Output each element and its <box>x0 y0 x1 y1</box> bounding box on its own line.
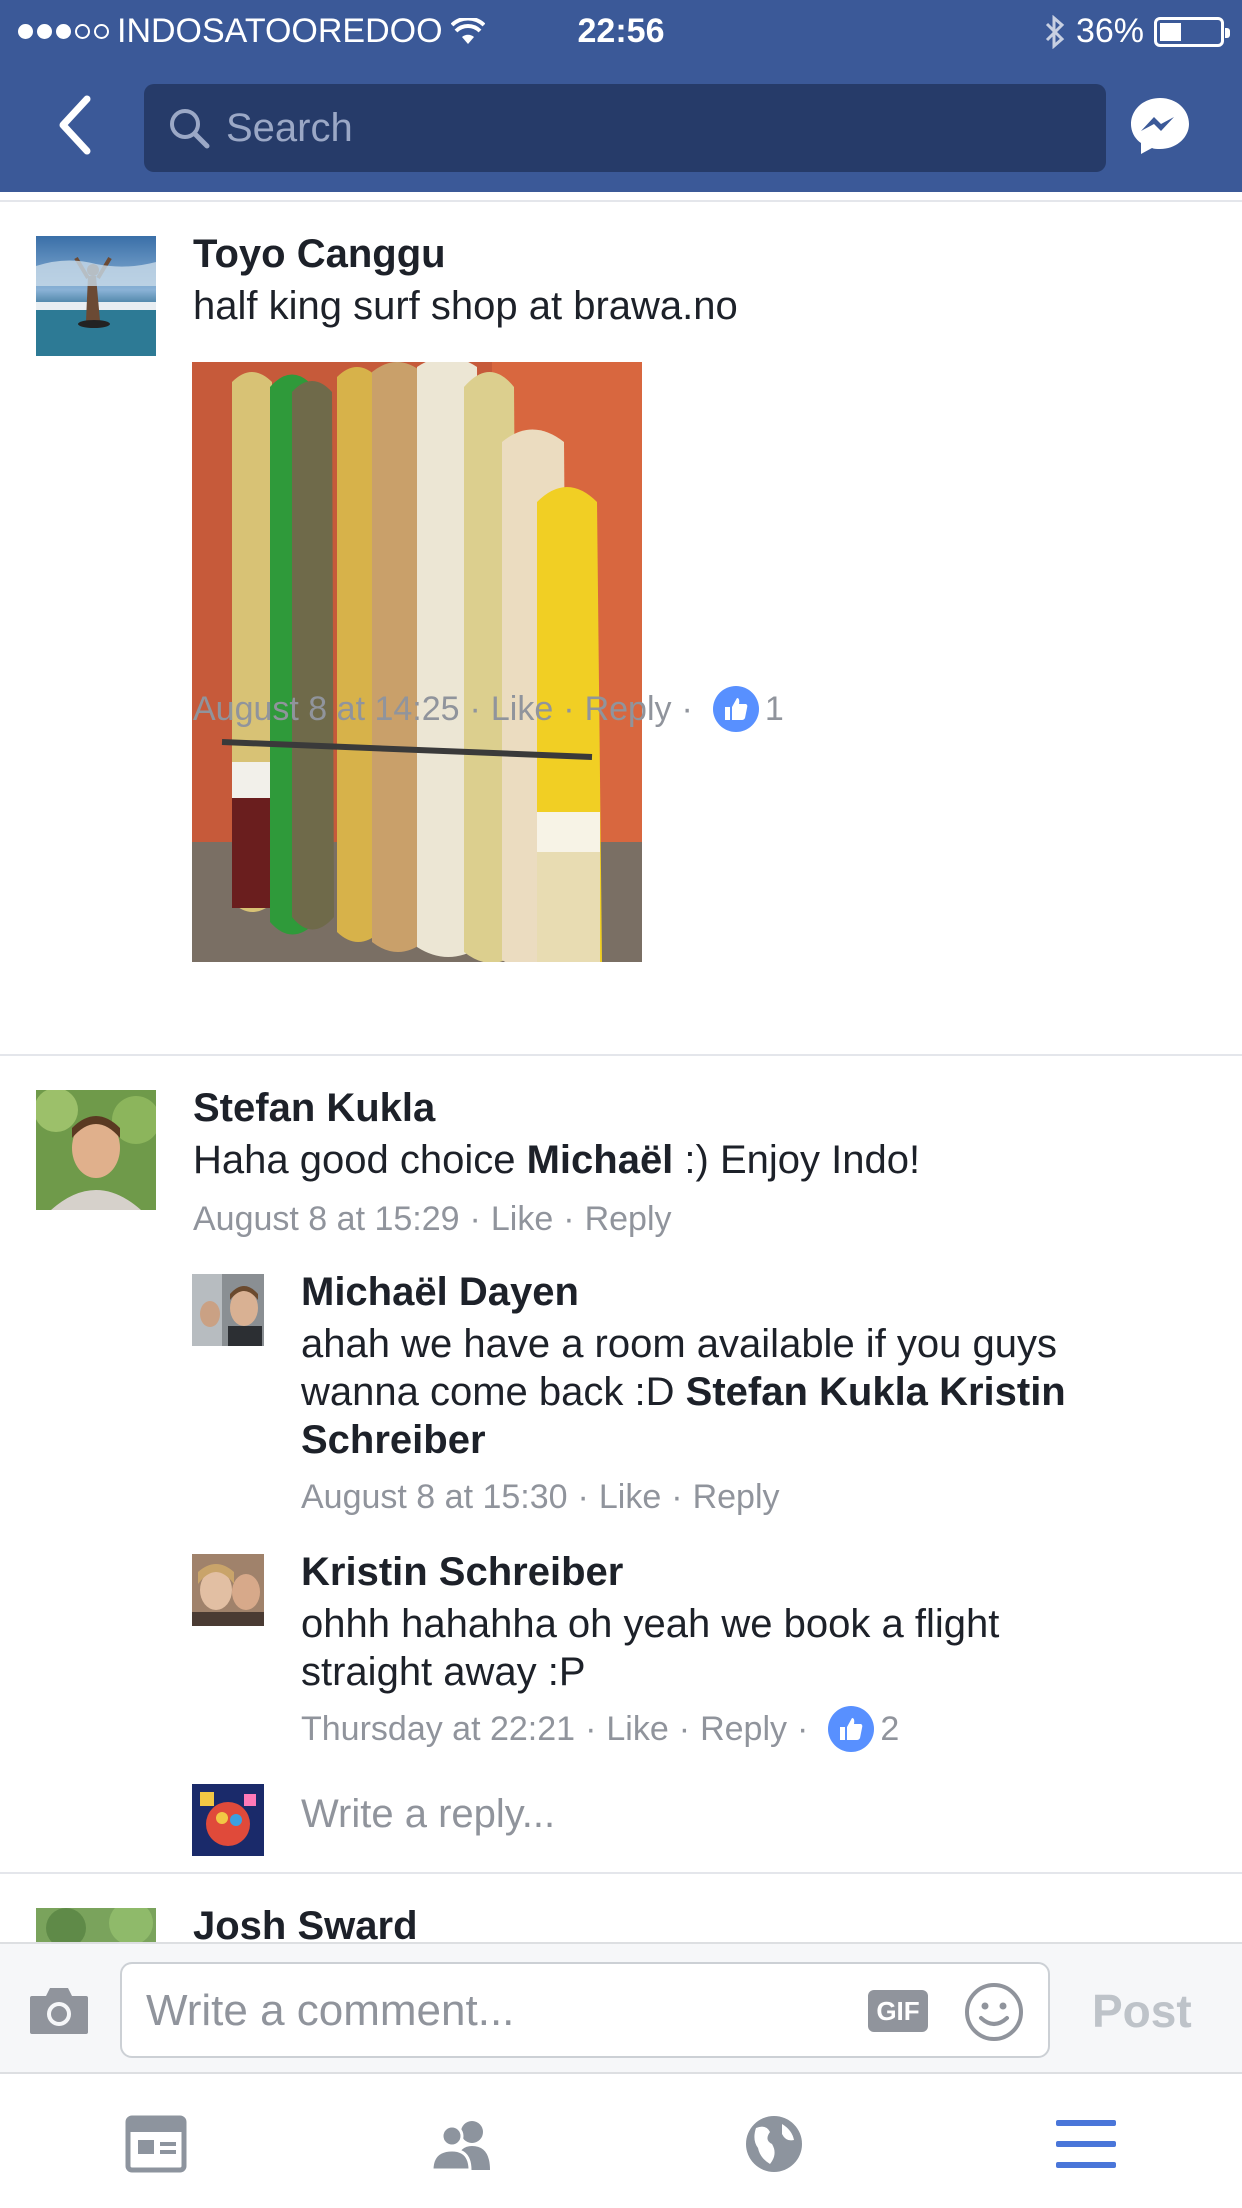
comment-text-part: Haha good choice <box>193 1138 527 1182</box>
comment-timestamp: August 8 at 15:29 <box>193 1200 460 1238</box>
reply-meta: Thursday at 22:21 · Like · Reply · 2 <box>301 1706 899 1752</box>
reply-text: ahah we have a room available if you guy… <box>301 1320 1181 1464</box>
current-user-avatar <box>192 1784 264 1856</box>
reply-link[interactable]: Reply <box>585 690 672 729</box>
messenger-icon[interactable] <box>1128 94 1192 158</box>
comment-text: half king surf shop at brawa.no <box>193 284 738 328</box>
comment-text: Haha good choice Michaël :) Enjoy Indo! <box>193 1136 920 1184</box>
divider <box>0 1872 1242 1874</box>
comments-list[interactable]: Toyo Canggu half king surf shop at brawa… <box>0 192 1242 1942</box>
thumbs-up-icon[interactable] <box>712 686 759 732</box>
search-icon <box>170 109 210 149</box>
reply-text-part: wanna come back :D <box>301 1370 686 1414</box>
mention-link[interactable]: Stefan Kukla <box>686 1370 928 1414</box>
comment-text-part: :) Enjoy Indo! <box>673 1138 921 1182</box>
reply-text-line: ohhh hahahha oh yeah we book a flight <box>301 1602 1000 1646</box>
mention-link[interactable]: Schreiber <box>301 1418 486 1462</box>
comment-photo[interactable] <box>192 362 642 962</box>
reply-author[interactable]: Michaël Dayen <box>301 1270 579 1315</box>
tab-bar <box>0 2074 1242 2208</box>
avatar[interactable] <box>36 1908 156 1942</box>
comment-timestamp: August 8 at 14:25 <box>193 689 460 728</box>
reply-timestamp: Thursday at 22:21 <box>301 1709 576 1748</box>
status-right: 36% <box>1044 12 1230 51</box>
battery-icon <box>1154 16 1230 47</box>
menu-icon[interactable] <box>1054 2114 1118 2174</box>
status-bar: INDOSATOOREDOO 22:56 36% <box>0 0 1242 64</box>
search-input[interactable]: Search <box>144 84 1106 172</box>
comment-composer: Write a comment... GIF Post <box>0 1942 1242 2074</box>
reply-text-line: straight away :P <box>301 1650 586 1694</box>
emoji-icon[interactable] <box>964 1982 1024 2042</box>
avatar[interactable] <box>36 236 156 356</box>
battery-percent: 36% <box>1075 12 1144 50</box>
like-link[interactable]: Like <box>606 1710 668 1749</box>
reaction-count[interactable]: 2 <box>880 1710 899 1749</box>
thumbs-up-icon[interactable] <box>828 1706 875 1752</box>
gif-button[interactable]: GIF <box>868 1990 928 2032</box>
reaction-count[interactable]: 1 <box>765 690 784 729</box>
reply-meta: August 8 at 15:30 · Like · Reply <box>301 1478 780 1517</box>
mention-link[interactable]: Kristin <box>939 1370 1066 1414</box>
friends-icon[interactable] <box>430 2114 494 2174</box>
avatar-selfie-image <box>192 1274 264 1346</box>
like-link[interactable]: Like <box>491 1200 553 1239</box>
news-feed-icon[interactable] <box>124 2114 188 2174</box>
avatar[interactable] <box>192 1554 264 1626</box>
comment-author[interactable]: Toyo Canggu <box>193 232 446 277</box>
write-reply-input[interactable]: Write a reply... <box>301 1792 555 1837</box>
like-link[interactable]: Like <box>599 1478 661 1517</box>
avatar[interactable] <box>36 1090 156 1210</box>
reply-link[interactable]: Reply <box>700 1710 787 1749</box>
like-link[interactable]: Like <box>491 690 553 729</box>
nav-row: Search <box>0 64 1242 192</box>
search-placeholder: Search <box>226 105 353 150</box>
comment-meta: August 8 at 14:25 · Like · Reply · 1 <box>193 686 784 732</box>
mention-link[interactable]: Michaël <box>527 1138 674 1182</box>
surfboards-image <box>192 362 642 962</box>
top-bar: INDOSATOOREDOO 22:56 36% Search <box>0 0 1242 192</box>
avatar-cartoon-image <box>192 1784 264 1856</box>
avatar-person-image <box>36 256 156 356</box>
avatar-face-image <box>36 1090 156 1210</box>
reply-author[interactable]: Kristin Schreiber <box>301 1550 623 1595</box>
chevron-left-icon <box>59 95 91 155</box>
comment-author[interactable]: Stefan Kukla <box>193 1086 435 1131</box>
camera-icon[interactable] <box>28 1984 90 2036</box>
comment-meta: August 8 at 15:29 · Like · Reply <box>193 1200 672 1239</box>
comment-author[interactable]: Josh Sward <box>193 1904 418 1942</box>
reply-timestamp: August 8 at 15:30 <box>301 1478 568 1516</box>
reply-link[interactable]: Reply <box>585 1200 672 1239</box>
reply-text: ohhh hahahha oh yeah we book a flight st… <box>301 1600 1181 1696</box>
divider <box>0 1054 1242 1056</box>
globe-icon[interactable] <box>742 2114 806 2174</box>
comment-placeholder: Write a comment... <box>146 1986 515 2035</box>
reply-link[interactable]: Reply <box>693 1478 780 1517</box>
reply-text-line: ahah we have a room available if you guy… <box>301 1322 1058 1366</box>
avatar-two-people-image <box>192 1554 264 1626</box>
back-button[interactable] <box>40 90 110 160</box>
divider <box>0 200 1242 202</box>
avatar[interactable] <box>192 1274 264 1346</box>
bluetooth-icon <box>1045 14 1065 49</box>
avatar-outdoor-image <box>36 1908 156 1942</box>
post-button[interactable]: Post <box>1092 1984 1192 2038</box>
comment-input[interactable]: Write a comment... GIF <box>120 1962 1050 2058</box>
